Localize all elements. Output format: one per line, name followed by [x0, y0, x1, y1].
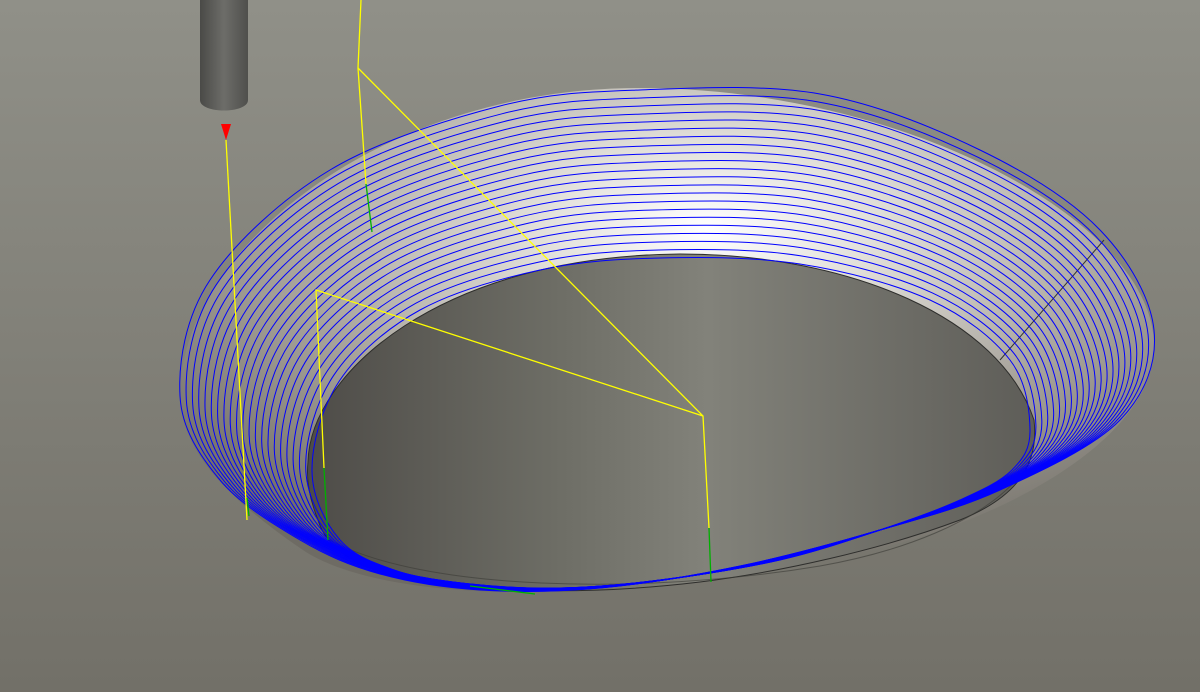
toolpath-scene[interactable] [0, 0, 1200, 692]
tool-shank[interactable] [200, 0, 248, 111]
cam-3d-viewport[interactable] [0, 0, 1200, 692]
